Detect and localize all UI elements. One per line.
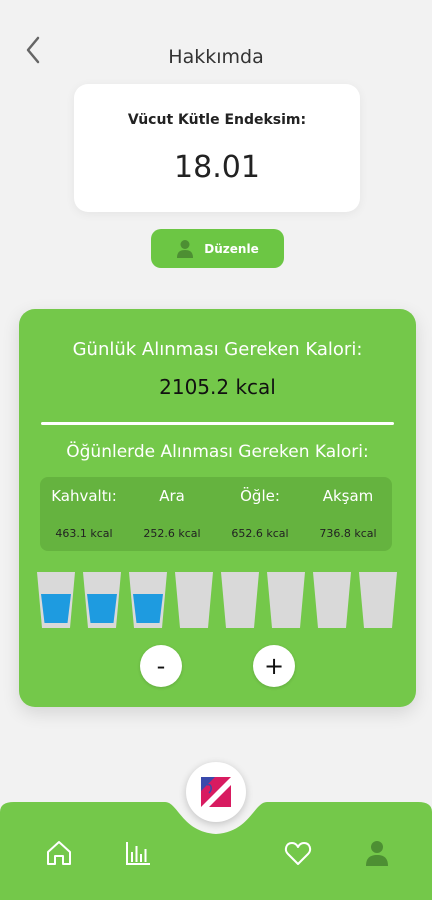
add-water-button[interactable]: + [253,645,295,687]
meal-kcal: 736.8 kcal [319,527,377,540]
meal-name: Ara [159,487,185,505]
page-title: Hakkımda [168,46,264,68]
bmi-card: Vücut Kütle Endeksim: 18.01 [74,84,360,212]
remove-water-button[interactable]: - [140,645,182,687]
edit-button-label: Düzenle [204,241,259,256]
meal-name: Akşam [322,487,374,505]
meal-kcal: 652.6 kcal [231,527,289,540]
daily-calorie-value: 2105.2 kcal [159,375,276,399]
water-glass-filled[interactable] [37,572,75,628]
meal-kcal: 463.1 kcal [55,527,113,540]
minus-label: - [156,652,166,680]
water-glass-empty[interactable] [313,572,351,628]
water-glass-row [37,572,401,628]
user-icon[interactable] [362,838,392,868]
meal-name: Kahvaltı: [51,487,117,505]
heart-icon[interactable] [283,838,313,868]
bmi-value: 18.01 [174,150,260,185]
meal-kcal: 252.6 kcal [143,527,201,540]
meal-table: Kahvaltı: 463.1 kcal Ara 252.6 kcal Öğle… [40,477,392,551]
water-glass-empty[interactable] [359,572,397,628]
app-logo[interactable] [186,762,246,822]
home-icon[interactable] [44,838,74,868]
water-glass-empty[interactable] [221,572,259,628]
water-glass-empty[interactable] [267,572,305,628]
plus-label: + [263,652,285,680]
divider [41,422,394,425]
calorie-card: Günlük Alınması Gereken Kalori: 2105.2 k… [19,309,416,707]
user-icon [177,239,194,258]
daily-calorie-label: Günlük Alınması Gereken Kalori: [72,339,363,360]
edit-profile-button[interactable]: Düzenle [151,229,284,268]
water-glass-filled[interactable] [83,572,121,628]
water-glass-filled[interactable] [129,572,167,628]
bmi-label: Vücut Kütle Endeksim: [127,112,307,128]
meal-name: Öğle: [240,487,280,505]
bar-chart-icon[interactable] [123,838,153,868]
meal-calorie-label: Öğünlerde Alınması Gereken Kalori: [66,442,369,462]
water-glass-empty[interactable] [175,572,213,628]
app-logo-icon [201,777,231,807]
